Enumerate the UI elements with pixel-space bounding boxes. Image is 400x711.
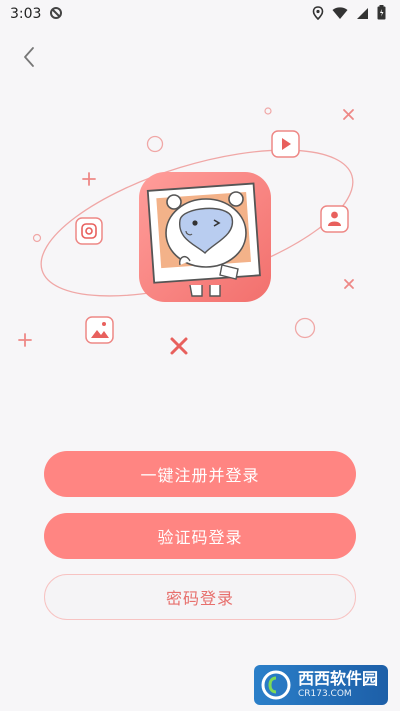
status-bar: 3:03 xyxy=(0,0,400,28)
status-right xyxy=(312,4,386,24)
cross-icon xyxy=(170,337,188,355)
battery-icon xyxy=(377,4,386,24)
cross-icon xyxy=(344,279,354,289)
user-icon xyxy=(320,205,349,233)
sms-code-login-button[interactable]: 验证码登录 xyxy=(44,513,356,559)
play-icon xyxy=(271,130,300,158)
camera-icon xyxy=(75,217,103,245)
plus-icon xyxy=(82,172,96,186)
decor-circle xyxy=(264,107,272,115)
watermark-emblem-icon xyxy=(261,670,291,700)
decor-circle xyxy=(294,317,316,339)
plus-icon xyxy=(18,333,32,347)
wifi-icon xyxy=(332,5,348,24)
cross-icon xyxy=(343,109,354,120)
decor-circle xyxy=(146,135,164,153)
password-login-label: 密码登录 xyxy=(165,589,234,608)
image-icon xyxy=(85,316,114,344)
back-button[interactable] xyxy=(14,42,44,72)
watermark-subtitle: CR173.COM xyxy=(297,689,352,699)
hero-illustration xyxy=(18,107,354,355)
chevron-left-icon xyxy=(24,47,34,67)
app-logo-icon xyxy=(139,172,271,302)
one-click-register-login-label: 一键注册并登录 xyxy=(140,466,260,485)
decor-circle xyxy=(32,233,42,243)
password-login-button[interactable]: 密码登录 xyxy=(44,574,356,620)
status-left: 3:03 xyxy=(10,5,63,24)
sync-icon xyxy=(49,5,63,24)
cellular-signal-icon xyxy=(356,5,369,24)
location-icon xyxy=(312,5,324,24)
sms-code-login-label: 验证码登录 xyxy=(157,528,243,547)
one-click-register-login-button[interactable]: 一键注册并登录 xyxy=(44,451,356,497)
watermark-logo: 西西软件园 CR173.COM xyxy=(253,665,388,705)
watermark-title: 西西软件园 xyxy=(297,669,378,688)
status-time: 3:03 xyxy=(10,6,42,22)
